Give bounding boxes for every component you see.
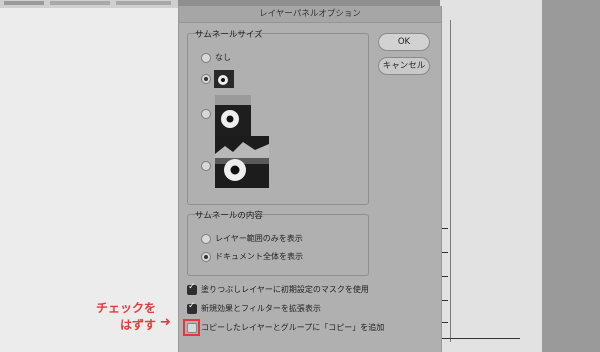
radio-layer-bounds-label: レイヤー範囲のみを表示 [215,234,303,243]
thumbnail-small-image [214,70,234,88]
checkbox-fill-layer-mask[interactable] [187,282,197,295]
checkbox-fill-layer-mask-label: 塗りつぶしレイヤーに初期設定のマスクを使用 [201,285,369,294]
annotation-line-1: チェックを [95,301,156,315]
radio-thumbnail-large[interactable] [201,161,211,171]
checkbox-expand-new-effects[interactable] [187,301,197,314]
radio-thumbnail-none-label: なし [215,53,231,62]
annotation-text: チェックを はずす [74,300,156,334]
radio-thumbnail-small[interactable] [201,74,211,84]
radio-thumbnail-medium[interactable] [201,109,211,119]
thumbnail-size-label: サムネールサイズ [195,30,263,40]
radio-entire-document-label: ドキュメント全体を表示 [215,252,303,261]
radio-entire-document[interactable] [201,252,211,262]
checkbox-add-copy-suffix-label: コピーしたレイヤーとグループに「コピー」を追加 [201,323,385,332]
cancel-button[interactable]: キャンセル [378,57,430,75]
layer-panel-options-dialog: レイヤーパネルオプション サムネールサイズ なし OK キャンセル サムネールの… [178,6,442,352]
background-divider [450,20,451,342]
radio-thumbnail-none[interactable] [201,53,211,63]
annotation-line-2: はずす [119,318,156,332]
ok-button[interactable]: OK [378,33,430,51]
thumbnail-contents-group [187,214,369,276]
thumbnail-medium-image [215,95,251,137]
radio-layer-bounds[interactable] [201,234,211,244]
dialog-title: レイヤーパネルオプション [179,6,441,23]
checkbox-expand-new-effects-label: 新規効果とフィルターを拡張表示 [201,304,321,313]
thumbnail-contents-label: サムネールの内容 [195,211,263,221]
arrow-right-icon: ➜ [160,315,171,330]
background-right-gray [542,0,600,352]
thumbnail-large-image [215,136,269,188]
highlight-box [183,319,200,336]
